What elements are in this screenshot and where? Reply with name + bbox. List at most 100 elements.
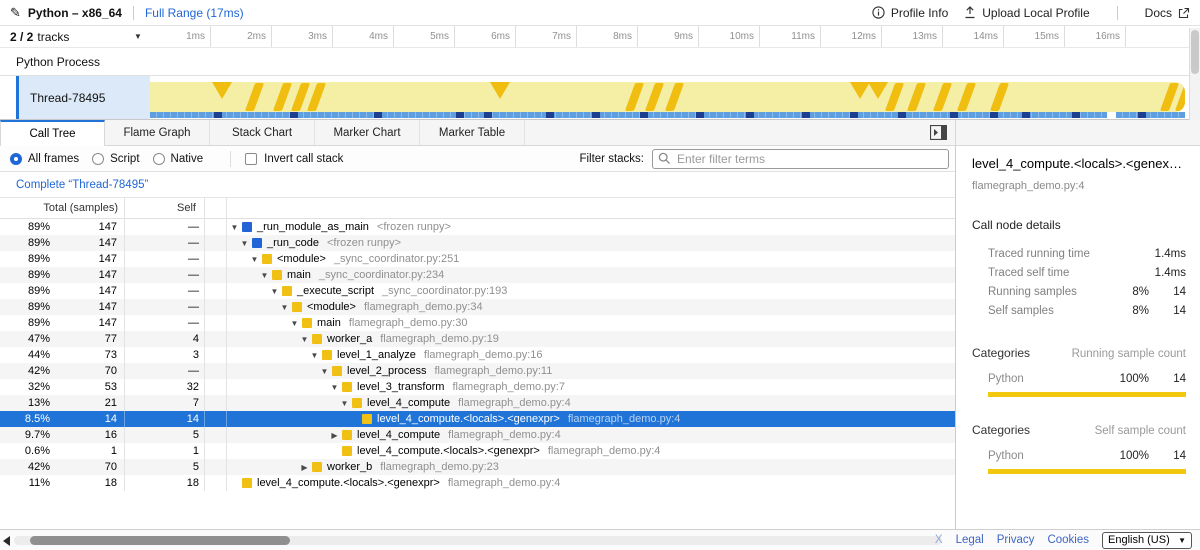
thread-track-label[interactable]: Thread-78495: [19, 76, 150, 119]
scroll-left-arrow[interactable]: [3, 536, 10, 546]
call-tree-header: Total (samples) Self: [0, 198, 955, 219]
collapse-icon[interactable]: ▼: [240, 239, 249, 248]
radio-native[interactable]: [153, 153, 165, 165]
scrollbar-thumb[interactable]: [1191, 30, 1199, 74]
categories-header: CategoriesRunning sample count: [972, 346, 1186, 360]
icon-cell: [205, 427, 227, 443]
collapse-icon[interactable]: ▼: [260, 271, 269, 280]
tab-stack-chart[interactable]: Stack Chart: [210, 120, 315, 145]
detail-row: Traced running time1.4ms: [972, 244, 1186, 263]
track-graph[interactable]: [150, 76, 1188, 119]
collapse-icon[interactable]: ▼: [270, 287, 279, 296]
tracks-vertical-scrollbar[interactable]: [1189, 28, 1200, 120]
category-row: Python100%14: [972, 373, 1186, 385]
expand-icon[interactable]: ▶: [330, 431, 339, 440]
radio-label: Native: [171, 153, 204, 165]
self-cell: 32: [125, 379, 205, 395]
function-name: _run_code: [267, 237, 319, 249]
collapse-icon[interactable]: ▼: [320, 367, 329, 376]
activity-graph[interactable]: [150, 82, 1185, 112]
call-tree-row[interactable]: 42%705▶worker_bflamegraph_demo.py:23: [0, 459, 955, 475]
expand-icon[interactable]: ▶: [300, 463, 309, 472]
total-percent: 89%: [0, 301, 50, 313]
function-name: level_1_analyze: [337, 349, 416, 361]
profile-info-button[interactable]: Profile Info: [872, 6, 948, 20]
categories-header: CategoriesSelf sample count: [972, 423, 1186, 437]
divider: [1117, 6, 1118, 20]
process-track-header[interactable]: Python Process: [0, 48, 1200, 76]
detail-value: 1.4ms: [1149, 267, 1186, 279]
filter-stacks-input[interactable]: [652, 149, 949, 169]
call-tree-row[interactable]: 32%5332▼level_3_transformflamegraph_demo…: [0, 379, 955, 395]
call-tree-row[interactable]: 89%147—▼main_sync_coordinator.py:234: [0, 267, 955, 283]
call-tree-row[interactable]: 11%1818level_4_compute.<locals>.<genexpr…: [0, 475, 955, 491]
footer-link-privacy[interactable]: Privacy: [997, 534, 1035, 546]
invert-call-stack-checkbox[interactable]: [245, 153, 257, 165]
collapse-icon[interactable]: ▼: [290, 319, 299, 328]
time-tick: 5ms: [394, 26, 455, 47]
docs-link[interactable]: Docs: [1145, 6, 1190, 20]
tab-marker-table[interactable]: Marker Table: [420, 120, 525, 145]
time-tick: 15ms: [1004, 26, 1065, 47]
divider: [955, 120, 956, 145]
call-tree-row[interactable]: 47%774▼worker_aflamegraph_demo.py:19: [0, 331, 955, 347]
thread-track[interactable]: Thread-78495: [0, 76, 1200, 120]
category-square-icon: [262, 254, 272, 264]
collapse-icon[interactable]: ▼: [310, 351, 319, 360]
edit-profile-name-icon[interactable]: ✎: [10, 5, 21, 21]
tab-marker-chart[interactable]: Marker Chart: [315, 120, 420, 145]
category-square-icon: [322, 350, 332, 360]
collapse-icon[interactable]: ▼: [330, 383, 339, 392]
call-tree-row[interactable]: 13%217▼level_4_computeflamegraph_demo.py…: [0, 395, 955, 411]
tab-flame-graph[interactable]: Flame Graph: [105, 120, 210, 145]
breadcrumb-complete-thread[interactable]: Complete “Thread-78495”: [16, 179, 148, 191]
samples-strip[interactable]: [150, 112, 1185, 118]
call-tree-row[interactable]: 44%733▼level_1_analyzeflamegraph_demo.py…: [0, 347, 955, 363]
scrollbar-thumb[interactable]: [30, 536, 290, 545]
function-name: worker_b: [327, 461, 372, 473]
category-square-icon: [352, 398, 362, 408]
call-tree-row[interactable]: 8.5%1414level_4_compute.<locals>.<genexp…: [0, 411, 955, 427]
collapse-icon[interactable]: ▼: [230, 223, 239, 232]
activity-marker-icon: [990, 83, 1009, 111]
collapse-icon[interactable]: ▼: [300, 335, 309, 344]
call-tree-row[interactable]: 42%70—▼level_2_processflamegraph_demo.py…: [0, 363, 955, 379]
transform-breadcrumb: Complete “Thread-78495”: [0, 172, 955, 198]
column-header-icon: [205, 198, 227, 218]
call-tree-row[interactable]: 9.7%165▶level_4_computeflamegraph_demo.p…: [0, 427, 955, 443]
call-tree-row[interactable]: 89%147—▼<module>flamegraph_demo.py:34: [0, 299, 955, 315]
footer-link-legal[interactable]: Legal: [956, 534, 984, 546]
call-tree-row[interactable]: 0.6%11level_4_compute.<locals>.<genexpr>…: [0, 443, 955, 459]
category-value: 14: [1149, 373, 1186, 385]
call-tree-row[interactable]: 89%147—▼_execute_script_sync_coordinator…: [0, 283, 955, 299]
column-header-self[interactable]: Self: [125, 198, 205, 218]
call-tree-row[interactable]: 89%147—▼_run_module_as_main<frozen runpy…: [0, 219, 955, 235]
call-tree-row[interactable]: 89%147—▼mainflamegraph_demo.py:30: [0, 315, 955, 331]
collapse-icon[interactable]: ▼: [250, 255, 259, 264]
call-tree-row[interactable]: 89%147—▼_run_code<frozen runpy>: [0, 235, 955, 251]
full-range-link[interactable]: Full Range (17ms): [145, 6, 244, 20]
tracks-dropdown[interactable]: 2 / 2 tracks ▼: [0, 26, 150, 47]
total-percent: 89%: [0, 269, 50, 281]
sample-block: [290, 112, 298, 118]
upload-local-profile-button[interactable]: Upload Local Profile: [964, 6, 1089, 20]
frame-cell: ▼worker_aflamegraph_demo.py:19: [227, 331, 955, 347]
sample-block: [1022, 112, 1030, 118]
footer-link-x[interactable]: X: [935, 534, 943, 546]
radio-all-frames[interactable]: [10, 153, 22, 165]
horizontal-scrollbar[interactable]: [14, 536, 942, 545]
call-tree-row[interactable]: 89%147—▼<module>_sync_coordinator.py:251: [0, 251, 955, 267]
column-header-total[interactable]: Total (samples): [0, 198, 125, 218]
footer-link-cookies[interactable]: Cookies: [1047, 534, 1089, 546]
tab-call-tree[interactable]: Call Tree: [0, 120, 105, 146]
detail-row: Self samples8%14: [972, 301, 1186, 320]
category-square-icon: [242, 478, 252, 488]
collapse-icon[interactable]: ▼: [280, 303, 289, 312]
language-select[interactable]: English (US) ▼: [1102, 532, 1192, 549]
collapse-icon[interactable]: ▼: [340, 399, 349, 408]
self-cell: 1: [125, 443, 205, 459]
call-node-details: Traced running time1.4msTraced self time…: [972, 244, 1186, 320]
sidebar-toggle-button[interactable]: [930, 125, 947, 140]
radio-script[interactable]: [92, 153, 104, 165]
category-square-icon: [242, 222, 252, 232]
